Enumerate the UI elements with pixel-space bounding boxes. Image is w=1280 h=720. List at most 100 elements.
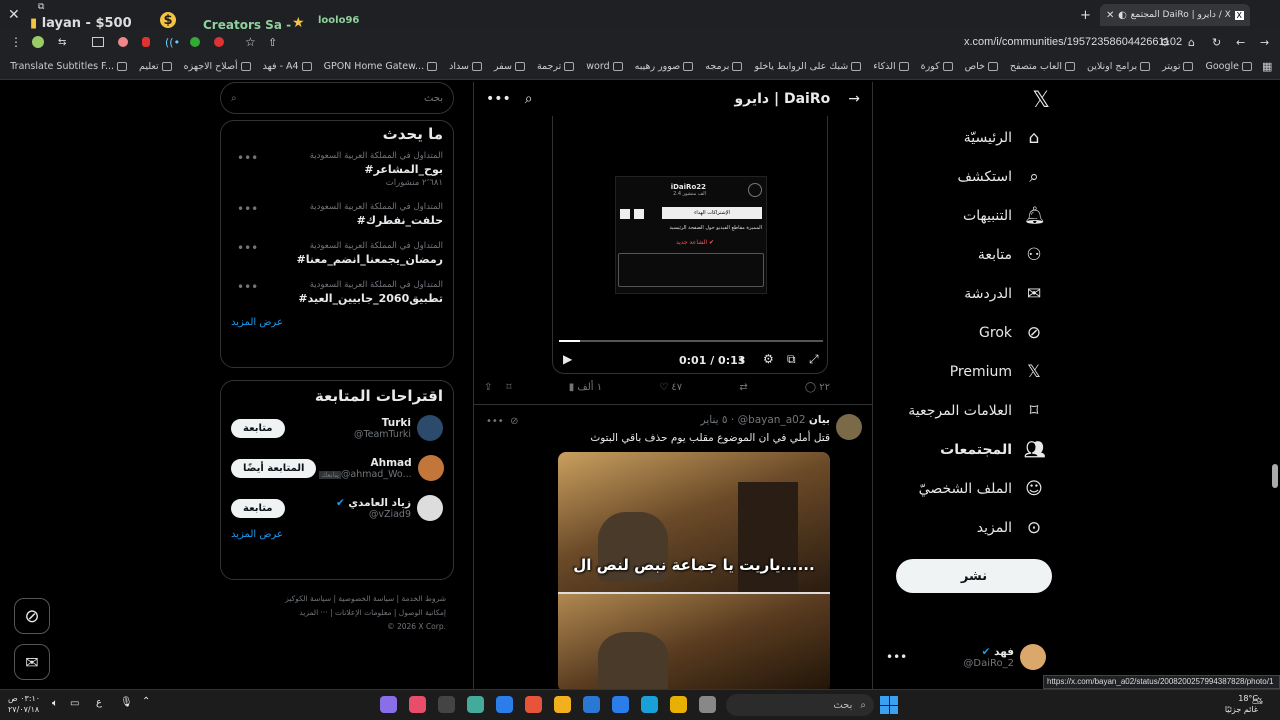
grok-float-button[interactable]: ⊘ <box>14 598 50 634</box>
more-icon[interactable]: ••• <box>886 650 907 664</box>
back-icon[interactable]: ← <box>1236 36 1245 49</box>
trend-item[interactable]: ••• المتداول في المملكة العربية السعودية #… <box>231 241 443 266</box>
nav-item-communities[interactable]: المجتمعات 👥︎ <box>880 430 1045 469</box>
taskbar-search[interactable]: بحث ⌕ <box>726 694 874 716</box>
nav-item-mail[interactable]: الدردشة ✉ <box>880 274 1044 313</box>
x-logo[interactable]: 𝕏 <box>880 82 1060 118</box>
clock-time[interactable]: ٠٣:١٠ ص <box>8 693 40 704</box>
trend-item[interactable]: ••• المتداول في المملكة العربية السعودية #… <box>231 151 443 188</box>
taskbar-app-icon[interactable] <box>670 696 687 713</box>
extension-icon[interactable] <box>190 37 200 47</box>
chevron-up-icon[interactable]: ⌃ <box>142 696 150 707</box>
more-icon[interactable]: ••• <box>486 416 504 427</box>
play-icon[interactable]: ▶ <box>563 352 572 366</box>
pip-icon[interactable]: ⧉ <box>787 352 796 367</box>
all-bookmarks-icon[interactable]: ▦ <box>1262 60 1272 73</box>
nav-item-bookmark[interactable]: العلامات المرجعية ⌑ <box>880 391 1044 430</box>
nav-item-x-logo[interactable]: Premium 𝕏 <box>880 352 1044 391</box>
extension-icon[interactable]: ((• <box>165 36 180 49</box>
window-icon[interactable]: ⧉ <box>38 2 44 12</box>
extension-icon[interactable] <box>32 36 44 48</box>
bookmark-item[interactable]: Google <box>1205 61 1252 72</box>
bookmark-item[interactable]: ترجمة <box>537 61 575 72</box>
trend-item[interactable]: ••• المتداول في المملكة العربية السعودية #… <box>231 202 443 227</box>
fullscreen-icon[interactable]: ⤢ <box>809 352 819 367</box>
like-button[interactable]: ♡ ٤٧ <box>659 382 682 393</box>
bookmark-item[interactable]: Translate Subtitles F... <box>10 61 128 72</box>
post-time[interactable]: ٥ يناير <box>701 414 728 426</box>
repost-icon[interactable]: ⇄ <box>739 382 747 393</box>
bookmark-item[interactable]: الذكاء <box>873 61 909 72</box>
more-icon[interactable]: ••• <box>486 91 511 107</box>
taskbar-app-icon[interactable] <box>699 696 716 713</box>
new-tab-icon[interactable]: + <box>1080 4 1091 26</box>
bookmark-item[interactable]: أصلاح الاجهزه <box>184 61 251 72</box>
taskbar-app-icon[interactable] <box>409 696 426 713</box>
back-arrow-icon[interactable]: → <box>848 91 860 107</box>
taskbar-app-icon[interactable] <box>380 696 397 713</box>
nav-item-follow[interactable]: متابعة ⚇ <box>880 235 1044 274</box>
messages-float-button[interactable]: ✉ <box>14 644 50 680</box>
bookmark-item[interactable]: word <box>586 61 623 72</box>
views-count[interactable]: ▮ ١ ألف <box>569 382 602 393</box>
reload-icon[interactable]: ↻ <box>1212 36 1221 49</box>
extension-icon[interactable] <box>142 37 150 47</box>
taskbar-app-icon[interactable] <box>438 696 455 713</box>
close-icon[interactable]: ✕ <box>8 4 20 26</box>
more-icon[interactable]: ••• <box>237 241 258 255</box>
url-text[interactable]: x.com/i/communities/1957235860442661102 <box>964 36 1182 48</box>
show-more-link[interactable]: عرض المزيد <box>231 317 443 328</box>
network-icon[interactable]: ▭ <box>70 698 79 709</box>
taskbar-app-icon[interactable] <box>554 696 571 713</box>
forward-icon[interactable]: → <box>1260 36 1269 49</box>
taskbar-app-icon[interactable] <box>496 696 513 713</box>
post-author[interactable]: بيان <box>809 414 830 426</box>
user-info[interactable]: Ahmad يتابعك @ahmad_Wo... <box>316 455 444 481</box>
avatar[interactable] <box>836 414 862 440</box>
bookmark-item[interactable]: سداد <box>449 61 482 72</box>
follow-button[interactable]: متابعة <box>231 498 285 518</box>
bookmark-item[interactable]: شبك على الروابط ياخلو <box>754 61 862 72</box>
taskbar-app-icon[interactable] <box>641 696 658 713</box>
bookmark-item[interactable]: سفر <box>494 61 525 72</box>
page-scrollbar[interactable] <box>1272 464 1278 488</box>
nav-item-profile[interactable]: الملف الشخصيّ ☺ <box>880 469 1044 508</box>
more-icon[interactable]: ••• <box>237 202 258 216</box>
search-icon[interactable]: ⌕ <box>525 91 533 107</box>
mic-icon[interactable]: 🎙︎ <box>120 697 133 708</box>
video-player[interactable]: iDaiRo22 الف منشور 2.4 الإشتراكات الهداء… <box>552 116 828 374</box>
post[interactable]: ٥ يناير · @bayan_a02 بيان ••• ⊘ قتل أملي… <box>474 412 872 689</box>
user-info[interactable]: Turki @TeamTurki <box>354 415 443 441</box>
tab-active[interactable]: ✕ ◐ المجتمع DaiRo | دايرو / X X <box>1100 4 1250 26</box>
account-switcher[interactable]: ••• ✔ فهد @DaiRo_2 <box>886 644 1046 670</box>
reply-button[interactable]: ◯ ٢٢ <box>805 382 830 393</box>
bookmark-item[interactable]: كورة <box>921 61 953 72</box>
language-indicator[interactable]: ع <box>96 697 102 708</box>
star-bookmark-icon[interactable]: ☆ <box>245 35 256 49</box>
progress-track[interactable] <box>559 340 823 342</box>
nav-item-home[interactable]: الرئيسيّة ⌂ <box>880 118 1044 157</box>
follow-button[interactable]: متابعة <box>231 418 285 438</box>
nav-item-bell[interactable]: التنبيهات 🔔︎ <box>880 196 1046 235</box>
search-input[interactable]: ⌕ بحث <box>220 82 454 114</box>
post-image[interactable]: ياريت يا جماعة نبص لنص ال...... <box>558 452 830 689</box>
bookmark-item[interactable]: صوور رهيبه <box>635 61 694 72</box>
volume-icon[interactable]: 🔈︎ <box>739 352 746 367</box>
user-info[interactable]: ✔ زياد العامدي @vZiad9 <box>336 495 443 521</box>
nav-item-more[interactable]: المزيد ⊙ <box>880 508 1044 547</box>
weather-icon[interactable]: ⛅︎ <box>1252 696 1263 712</box>
more-icon[interactable]: ••• <box>237 151 258 165</box>
bookmark-item[interactable]: برامج اونلاين <box>1087 61 1151 72</box>
bookmark-item[interactable]: GPON Home Gatew... <box>324 61 438 72</box>
taskbar-app-icon[interactable] <box>612 696 629 713</box>
windows-start-icon[interactable] <box>880 696 898 714</box>
extension-icon[interactable] <box>118 37 128 47</box>
extension-icon[interactable] <box>214 37 224 47</box>
bookmark-item[interactable]: العاب متصفح <box>1010 61 1075 72</box>
tab-loolo[interactable]: loolo96 <box>318 9 359 31</box>
taskbar-app-icon[interactable] <box>467 696 484 713</box>
trend-item[interactable]: ••• المتداول في المملكة العربية السعودية #… <box>231 280 443 305</box>
footer-line[interactable]: شروط الخدمة | سياسة الخصوصية | سياسة الك… <box>220 590 446 608</box>
extension-icon[interactable]: ⇆ <box>58 37 66 48</box>
bookmark-item[interactable]: تويتر <box>1162 61 1194 72</box>
